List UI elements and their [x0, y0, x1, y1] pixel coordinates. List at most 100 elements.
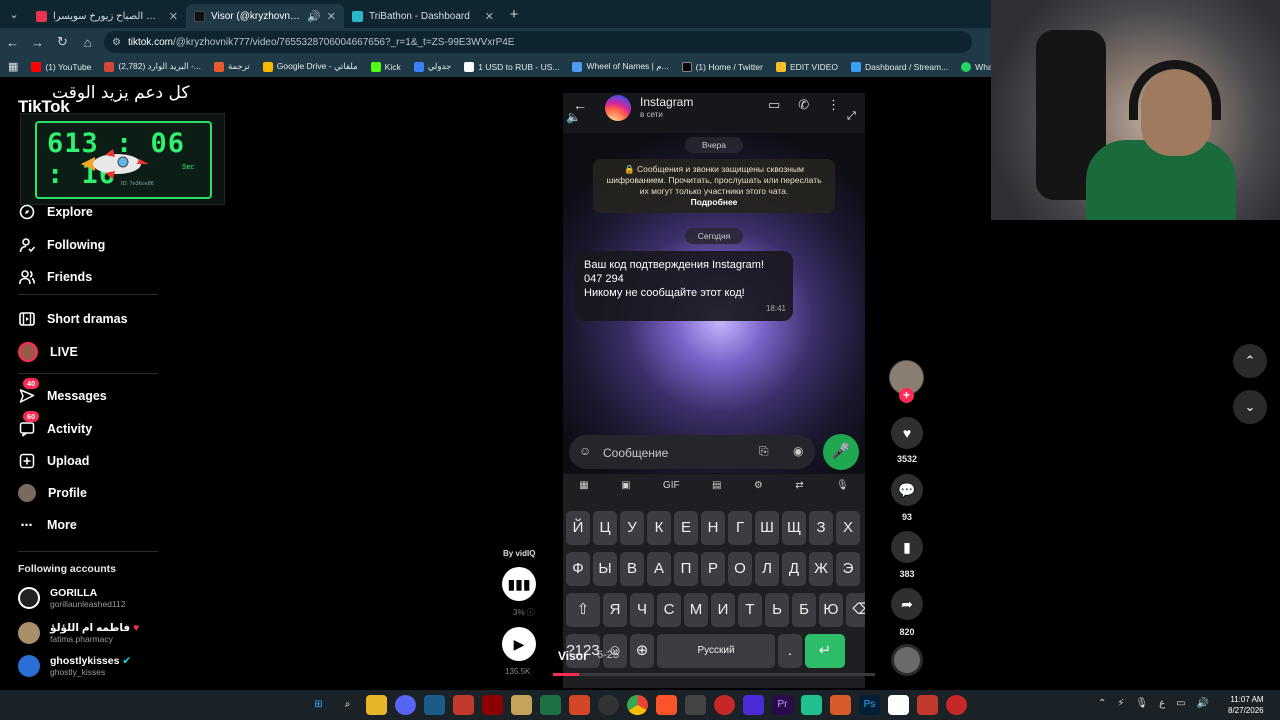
close-tab-icon[interactable]: ✕ — [169, 10, 178, 23]
speaker-icon[interactable]: 🔊 — [307, 10, 321, 23]
tab-search-icon[interactable]: ⌄ — [0, 0, 28, 28]
browser-tab[interactable]: TriBathon - Dashboard ✕ — [344, 4, 502, 28]
sidebar-item-profile[interactable]: Profile — [18, 484, 87, 502]
backspace-key: ⌫ — [846, 593, 865, 627]
browser-tab-active[interactable]: Visor (@kryzhovnik777)'s vi... 🔊 ✕ — [186, 4, 344, 28]
date-chip: Сегодня — [685, 228, 743, 244]
reload-icon[interactable]: ↻ — [50, 34, 75, 50]
bookmark[interactable]: (1) Home / Twitter — [681, 61, 763, 72]
fullscreen-icon[interactable]: ⤢ — [847, 110, 856, 123]
file-explorer-icon[interactable] — [366, 695, 387, 715]
forward-icon[interactable]: → — [25, 35, 50, 50]
music-disc-icon[interactable] — [891, 644, 923, 676]
keyboard-key: Э — [836, 552, 860, 586]
bookmark[interactable]: Google Drive - ملفاتي — [262, 61, 358, 72]
sidebar-item-explore[interactable]: Explore — [18, 203, 93, 220]
new-tab-icon[interactable]: + — [502, 6, 526, 23]
search-icon[interactable]: ⌕ — [337, 695, 358, 715]
bookmark[interactable]: Wheel of Names | م... — [572, 61, 669, 72]
wifi-icon[interactable]: ▭ — [1176, 698, 1185, 709]
bookmark[interactable]: (1) YouTube — [31, 61, 91, 72]
bookmark[interactable]: Kick — [370, 61, 401, 72]
network-icon[interactable]: ⚡ — [1117, 698, 1124, 709]
next-video-button[interactable]: ⌄ — [1233, 390, 1267, 424]
sticker-icon: ▣ — [621, 480, 631, 491]
game-icon[interactable] — [482, 695, 503, 715]
sidebar-item-messages[interactable]: 40 Messages — [18, 378, 107, 404]
excel-icon[interactable] — [540, 695, 561, 715]
film-icon — [18, 310, 35, 327]
back-icon[interactable]: ← — [0, 35, 25, 50]
app-icon[interactable] — [685, 695, 706, 715]
bookmark[interactable]: جدولي — [413, 61, 451, 72]
account-handle: ghostly_kisses — [50, 667, 106, 677]
video-player[interactable]: ← Instagram в сети ▭✆⋮ 🔈 ⤢ Вчера 🔒 Сообщ… — [563, 93, 865, 688]
bookmark[interactable]: ترجمة — [213, 61, 250, 72]
volume-icon[interactable]: 🔊 — [1197, 698, 1209, 709]
discord-icon[interactable] — [395, 695, 416, 715]
avatar — [18, 622, 40, 644]
period-key: . — [778, 634, 802, 668]
save-button[interactable]: ▮ — [891, 531, 923, 563]
bookmark[interactable]: (2,782) البريد الوارد -... — [104, 61, 201, 72]
comment-button[interactable]: 💬 — [891, 474, 923, 506]
close-tab-icon[interactable]: ✕ — [327, 10, 336, 23]
follow-plus-icon[interactable]: + — [899, 388, 914, 403]
following-account[interactable]: فاطمه ام اللؤلؤ ♥ fatima.pharmacy — [18, 622, 139, 644]
like-button[interactable]: ♥ — [891, 417, 923, 449]
app-icon[interactable] — [830, 695, 851, 715]
close-tab-icon[interactable]: ✕ — [485, 10, 494, 23]
following-account[interactable]: GORILLA gorillaunleashed112 — [18, 587, 125, 609]
windows-start-icon[interactable]: ⊞ — [308, 695, 329, 715]
following-account[interactable]: ghostlykisses ✔ ghostly_kisses — [18, 655, 131, 677]
taskbar-clock[interactable]: 11:07 AM 8/27/2026 — [1228, 694, 1264, 716]
premiere-icon[interactable]: Pr — [772, 695, 793, 715]
previous-video-button[interactable]: ⌃ — [1233, 344, 1267, 378]
app-icon[interactable] — [888, 695, 909, 715]
language-indicator[interactable]: ع — [1159, 698, 1165, 709]
video-author[interactable]: Visor — [558, 649, 588, 663]
bookmark-label: 1 USD to RUB - US... — [478, 61, 560, 72]
bookmark[interactable]: EDIT VIDEO — [775, 61, 838, 72]
app-icon[interactable] — [714, 695, 735, 715]
site-settings-icon[interactable]: ⚙ — [112, 37, 121, 48]
message-line: 047 294 — [584, 273, 624, 285]
steam-icon[interactable] — [424, 695, 445, 715]
photos-icon[interactable] — [569, 695, 590, 715]
photoshop-icon[interactable]: Ps — [859, 695, 880, 715]
media-icon[interactable] — [743, 695, 764, 715]
play-button[interactable]: ▶ — [502, 627, 536, 661]
youtube-favicon-icon — [36, 10, 47, 22]
sidebar-item-friends[interactable]: Friends — [18, 268, 92, 285]
brave-icon[interactable] — [656, 695, 677, 715]
sidebar-item-more[interactable]: ⋯ More — [18, 516, 77, 533]
sidebar-item-activity[interactable]: 60 Activity — [18, 411, 92, 437]
app-icon[interactable] — [917, 695, 938, 715]
lock-icon: 🔒 — [624, 164, 635, 174]
app-icon[interactable] — [946, 695, 967, 715]
sidebar-item-following[interactable]: Following — [18, 236, 105, 253]
app-icon[interactable] — [453, 695, 474, 715]
app-icon[interactable] — [801, 695, 822, 715]
home-icon[interactable]: ⌂ — [75, 35, 100, 50]
obs-icon[interactable] — [598, 695, 619, 715]
url-bar[interactable]: ⚙ tiktok.com/@kryzhovnik777/video/765532… — [104, 31, 972, 53]
keyboard-key: Б — [792, 593, 816, 627]
sidebar-item-live[interactable]: LIVE — [18, 342, 78, 362]
sidebar-item-upload[interactable]: Upload — [18, 452, 89, 469]
bookmark[interactable]: 1 USD to RUB - US... — [464, 61, 560, 72]
video-progress-bar[interactable] — [553, 673, 875, 676]
volume-icon[interactable]: 🔈 — [566, 110, 581, 124]
apps-grid-icon[interactable]: ▦ — [8, 60, 18, 73]
gmail-icon — [104, 61, 115, 72]
game-icon[interactable] — [511, 695, 532, 715]
vidiq-stats-button[interactable]: ▮▮▮ — [502, 567, 536, 601]
share-button[interactable]: ➦ — [891, 588, 923, 620]
tray-chevron-icon[interactable]: ⌃ — [1098, 698, 1106, 709]
sidebar-item-short-dramas[interactable]: Short dramas — [18, 310, 128, 327]
browser-tab[interactable]: فيروزيات الصباح زيورخ سويسرا ... ✕ — [28, 4, 186, 28]
keyboard-key: П — [674, 552, 698, 586]
chrome-icon[interactable] — [627, 695, 648, 715]
bookmark[interactable]: Dashboard / Stream... — [851, 61, 948, 72]
microphone-icon[interactable]: 🎙 — [1135, 698, 1148, 709]
